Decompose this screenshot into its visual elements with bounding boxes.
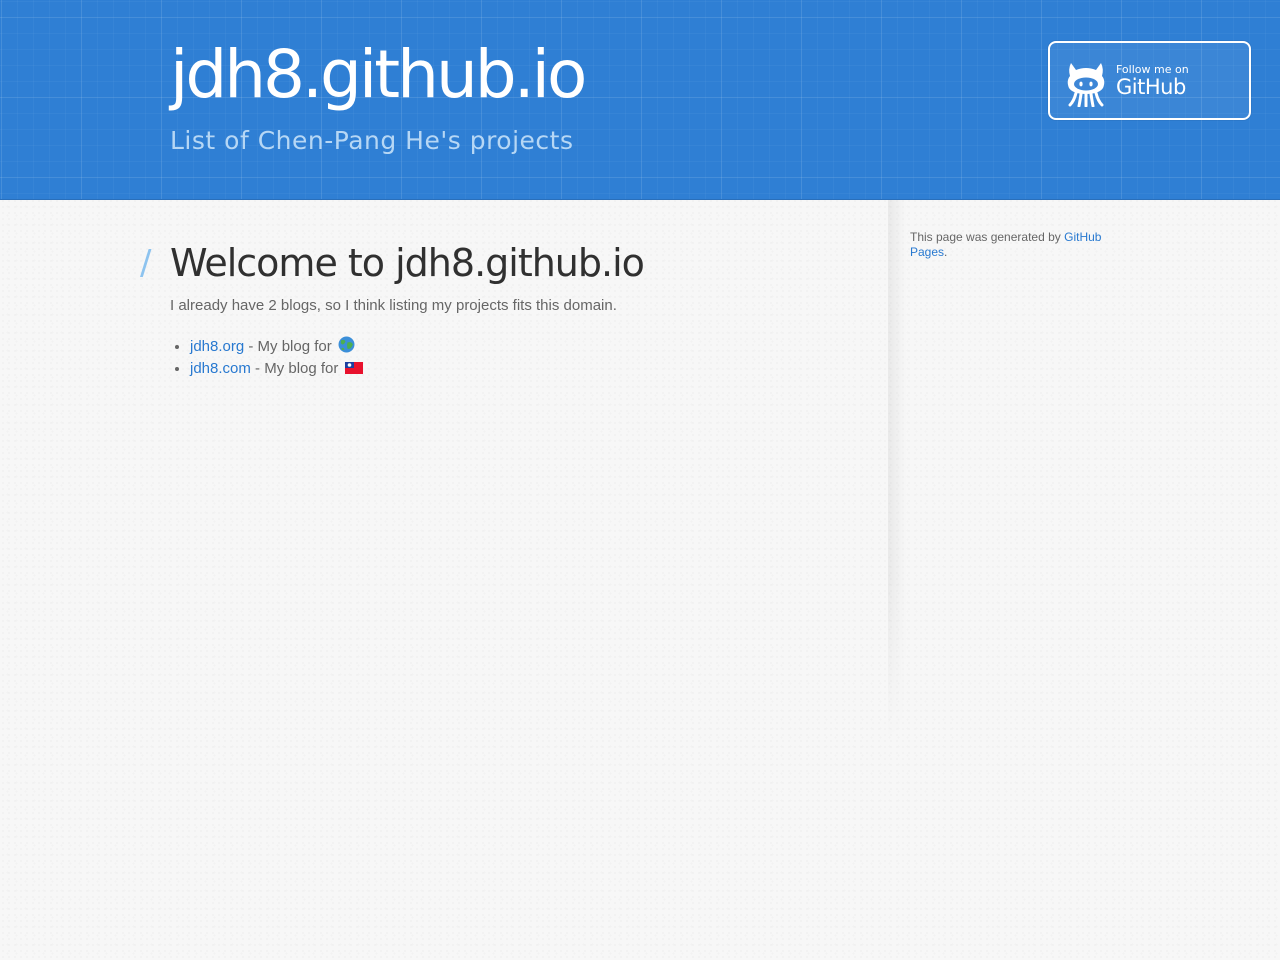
generated-by-suffix: . bbox=[944, 245, 948, 259]
sidebar: This page was generated by GitHub Pages. bbox=[910, 230, 1110, 260]
welcome-heading: Welcome to jdh8.github.io bbox=[170, 241, 645, 285]
main-content: / Welcome to jdh8.github.io I already ha… bbox=[140, 200, 890, 760]
blog-link-jdh8-com[interactable]: jdh8.com bbox=[190, 360, 251, 377]
blog-link-jdh8-org[interactable]: jdh8.org bbox=[190, 338, 244, 355]
list-item: jdh8.org - My blog for bbox=[190, 336, 363, 358]
follow-big-label: GitHub bbox=[1116, 75, 1186, 99]
blog-description: - My blog for bbox=[250, 360, 343, 377]
site-subtitle: List of Chen-Pang He's projects bbox=[170, 126, 574, 155]
list-item: jdh8.com - My blog for bbox=[190, 358, 363, 380]
heading-slash-mark: / bbox=[140, 243, 152, 283]
intro-paragraph: I already have 2 blogs, so I think listi… bbox=[170, 297, 617, 314]
sidebar-divider-shadow bbox=[888, 200, 906, 740]
blog-description: - My blog for bbox=[244, 338, 336, 355]
page-header: jdh8.github.io List of Chen-Pang He's pr… bbox=[0, 0, 1280, 200]
follow-github-button[interactable]: Follow me on GitHub bbox=[1048, 41, 1251, 120]
site-title: jdh8.github.io bbox=[170, 36, 587, 113]
taiwan-flag-icon bbox=[344, 362, 363, 374]
header-inner: jdh8.github.io List of Chen-Pang He's pr… bbox=[140, 0, 1251, 199]
octocat-icon bbox=[1067, 63, 1105, 107]
blog-list: jdh8.org - My blog for jdh8.com - My blo… bbox=[170, 336, 363, 380]
globe-emoji-icon bbox=[338, 336, 355, 353]
generated-by-text: This page was generated by bbox=[910, 230, 1065, 244]
